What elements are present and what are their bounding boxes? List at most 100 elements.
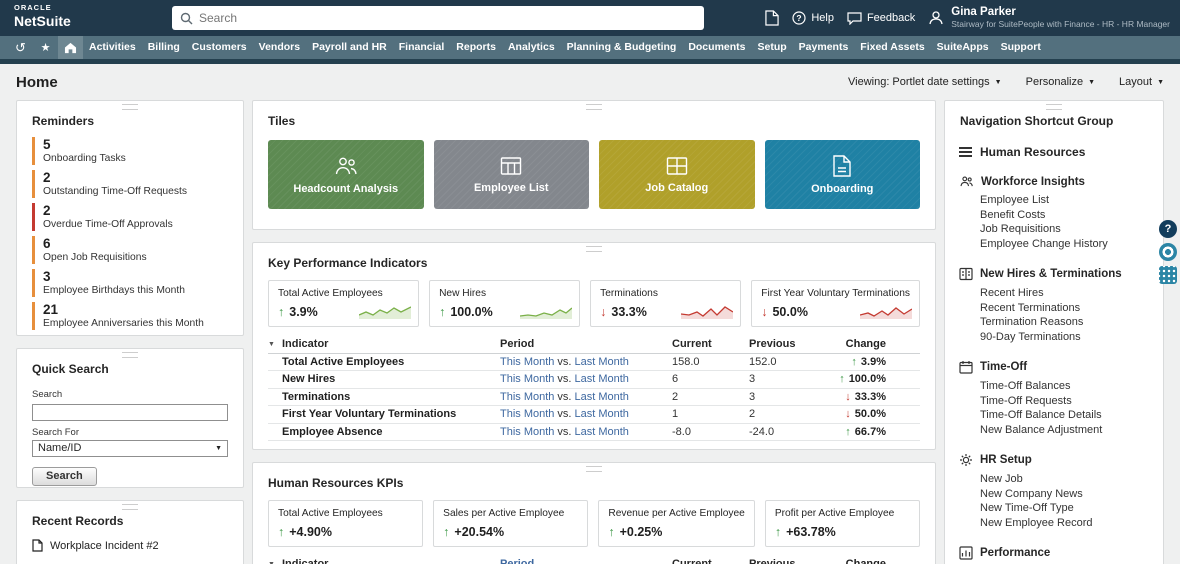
kpi-table-row[interactable]: Terminations This Monthvs.Last Month 2 3…	[268, 389, 920, 407]
period-link[interactable]: Last Month	[574, 426, 628, 438]
shortcut-link-employee-list[interactable]: Employee List	[980, 193, 1149, 208]
kpi-table-row[interactable]: Total Active Employees This Monthvs.Last…	[268, 354, 920, 372]
reminder-outstanding-time-off[interactable]: 2 Outstanding Time-Off Requests	[32, 170, 228, 198]
nav-item-billing[interactable]: Billing	[142, 36, 186, 59]
kpi-table-row[interactable]: New Hires This Monthvs.Last Month 6 3 ↑1…	[268, 371, 920, 389]
hr-kpi-card-profit-per-employee[interactable]: Profit per Active Employee ↑ +63.78%	[765, 500, 920, 547]
period-link[interactable]: Last Month	[574, 391, 628, 403]
create-new-icon[interactable]	[765, 10, 779, 26]
shortcut-link-termination-reasons[interactable]: Termination Reasons	[980, 315, 1149, 330]
period-link[interactable]: This Month	[500, 426, 554, 438]
nav-item-analytics[interactable]: Analytics	[502, 36, 561, 59]
tile-headcount-analysis[interactable]: Headcount Analysis	[268, 140, 424, 209]
period-link[interactable]: Last Month	[574, 373, 628, 385]
people-icon	[333, 155, 359, 177]
shortcut-link-recent-terminations[interactable]: Recent Terminations	[980, 301, 1149, 316]
kpi-card-new-hires[interactable]: New Hires ↑ 100.0%	[429, 280, 580, 327]
reminder-employee-birthdays[interactable]: 3 Employee Birthdays this Month	[32, 269, 228, 297]
help-button[interactable]: ? Help	[792, 11, 834, 25]
user-menu[interactable]: Gina Parker Stairway for SuitePeople wit…	[928, 6, 1170, 30]
shortcut-link-new-company-news[interactable]: New Company News	[980, 487, 1149, 502]
drag-handle-icon[interactable]	[586, 246, 602, 252]
nav-item-financial[interactable]: Financial	[393, 36, 451, 59]
drag-handle-icon[interactable]	[586, 466, 602, 472]
search-for-select[interactable]: Name/ID ▼	[32, 440, 228, 457]
drag-handle-icon[interactable]	[586, 104, 602, 110]
shortcut-link-recent-hires[interactable]: Recent Hires	[980, 286, 1149, 301]
kpi-card-first-year-voluntary-terminations[interactable]: First Year Voluntary Terminations ↓ 50.0…	[751, 280, 920, 327]
recent-history-icon[interactable]: ↺	[8, 36, 33, 59]
nav-item-support[interactable]: Support	[995, 36, 1047, 59]
drag-handle-icon[interactable]	[122, 504, 138, 510]
quick-search-input[interactable]	[32, 404, 228, 421]
drag-handle-icon[interactable]	[122, 104, 138, 110]
feedback-button[interactable]: Feedback	[847, 12, 915, 25]
favorites-star-icon[interactable]: ★	[33, 36, 58, 59]
shortcut-group-performance[interactable]: Performance	[959, 546, 1149, 560]
kpi-card-terminations[interactable]: Terminations ↓ 33.3%	[590, 280, 741, 327]
period-link[interactable]: Last Month	[574, 356, 628, 368]
shortcut-group-workforce-insights[interactable]: Workforce Insights	[959, 175, 1149, 188]
drag-handle-icon[interactable]	[122, 352, 138, 358]
hr-kpi-card-total-active-employees[interactable]: Total Active Employees ↑ +4.90%	[268, 500, 423, 547]
recent-record-link[interactable]: Workplace Incident #2	[17, 528, 243, 552]
layout-dropdown[interactable]: Layout ▼	[1119, 76, 1164, 88]
nav-item-reports[interactable]: Reports	[450, 36, 502, 59]
kpi-table-row[interactable]: Employee Absence This Monthvs.Last Month…	[268, 424, 920, 442]
nav-item-vendors[interactable]: Vendors	[253, 36, 306, 59]
help-bubble-icon[interactable]: ?	[1159, 220, 1177, 238]
shortcut-link-time-off-requests[interactable]: Time-Off Requests	[980, 394, 1149, 409]
nav-item-payroll-and-hr[interactable]: Payroll and HR	[306, 36, 393, 59]
nav-item-activities[interactable]: Activities	[83, 36, 142, 59]
netsuite-logo[interactable]: ORACLE NetSuite	[14, 4, 71, 28]
shortcut-link-benefit-costs[interactable]: Benefit Costs	[980, 208, 1149, 223]
drag-handle-icon[interactable]	[1046, 104, 1062, 110]
shortcut-link-time-off-balances[interactable]: Time-Off Balances	[980, 379, 1149, 394]
personalize-dropdown[interactable]: Personalize ▼	[1026, 76, 1095, 88]
period-link[interactable]: This Month	[500, 373, 554, 385]
nav-item-documents[interactable]: Documents	[682, 36, 751, 59]
shortcut-root-label: Human Resources	[980, 145, 1085, 159]
nav-item-setup[interactable]: Setup	[752, 36, 793, 59]
nav-item-payments[interactable]: Payments	[793, 36, 855, 59]
reminder-employee-anniversaries[interactable]: 21 Employee Anniversaries this Month	[32, 302, 228, 330]
home-icon[interactable]	[58, 36, 83, 59]
shortcut-link-new-balance-adjustment[interactable]: New Balance Adjustment	[980, 423, 1149, 438]
nav-item-planning-budgeting[interactable]: Planning & Budgeting	[561, 36, 683, 59]
reminder-open-job-requisitions[interactable]: 6 Open Job Requisitions	[32, 236, 228, 264]
shortcut-human-resources[interactable]: Human Resources	[959, 145, 1149, 159]
nav-item-customers[interactable]: Customers	[186, 36, 253, 59]
expand-rows-icon[interactable]: ▼	[268, 341, 282, 348]
tile-employee-list[interactable]: Employee List	[434, 140, 590, 209]
shortcut-link-time-off-balance-details[interactable]: Time-Off Balance Details	[980, 408, 1149, 423]
period-link[interactable]: This Month	[500, 356, 554, 368]
shortcut-group-hr-setup[interactable]: HR Setup	[959, 453, 1149, 467]
global-search-input[interactable]	[199, 11, 696, 25]
period-link[interactable]: Last Month	[574, 408, 628, 420]
kpi-table-row[interactable]: First Year Voluntary Terminations This M…	[268, 406, 920, 424]
shortcut-group-time-off[interactable]: Time-Off	[959, 360, 1149, 374]
shortcut-link-90-day-terminations[interactable]: 90-Day Terminations	[980, 330, 1149, 345]
period-link[interactable]: This Month	[500, 408, 554, 420]
reminder-onboarding-tasks[interactable]: 5 Onboarding Tasks	[32, 137, 228, 165]
reminder-overdue-time-off[interactable]: 2 Overdue Time-Off Approvals	[32, 203, 228, 231]
apps-grid-icon[interactable]	[1159, 266, 1177, 284]
tile-onboarding[interactable]: Onboarding	[765, 140, 921, 209]
quick-search-button[interactable]: Search	[32, 467, 97, 486]
shortcut-link-job-requisitions[interactable]: Job Requisitions	[980, 222, 1149, 237]
global-search[interactable]	[172, 6, 704, 30]
viewing-dropdown[interactable]: Viewing: Portlet date settings ▼	[848, 76, 1002, 88]
shortcut-link-employee-change-history[interactable]: Employee Change History	[980, 237, 1149, 252]
tile-job-catalog[interactable]: Job Catalog	[599, 140, 755, 209]
nav-item-fixed-assets[interactable]: Fixed Assets	[854, 36, 930, 59]
nav-item-suiteapps[interactable]: SuiteApps	[931, 36, 995, 59]
kpi-card-total-active-employees[interactable]: Total Active Employees ↑ 3.9%	[268, 280, 419, 327]
shortcut-group-new-hires-terminations[interactable]: New Hires & Terminations	[959, 267, 1149, 281]
shortcut-link-new-job[interactable]: New Job	[980, 472, 1149, 487]
support-buoy-icon[interactable]	[1159, 243, 1177, 261]
hr-kpi-card-revenue-per-employee[interactable]: Revenue per Active Employee ↑ +0.25%	[598, 500, 754, 547]
shortcut-link-new-employee-record[interactable]: New Employee Record	[980, 516, 1149, 531]
period-link[interactable]: This Month	[500, 391, 554, 403]
hr-kpi-card-sales-per-employee[interactable]: Sales per Active Employee ↑ +20.54%	[433, 500, 588, 547]
shortcut-link-new-time-off-type[interactable]: New Time-Off Type	[980, 501, 1149, 516]
